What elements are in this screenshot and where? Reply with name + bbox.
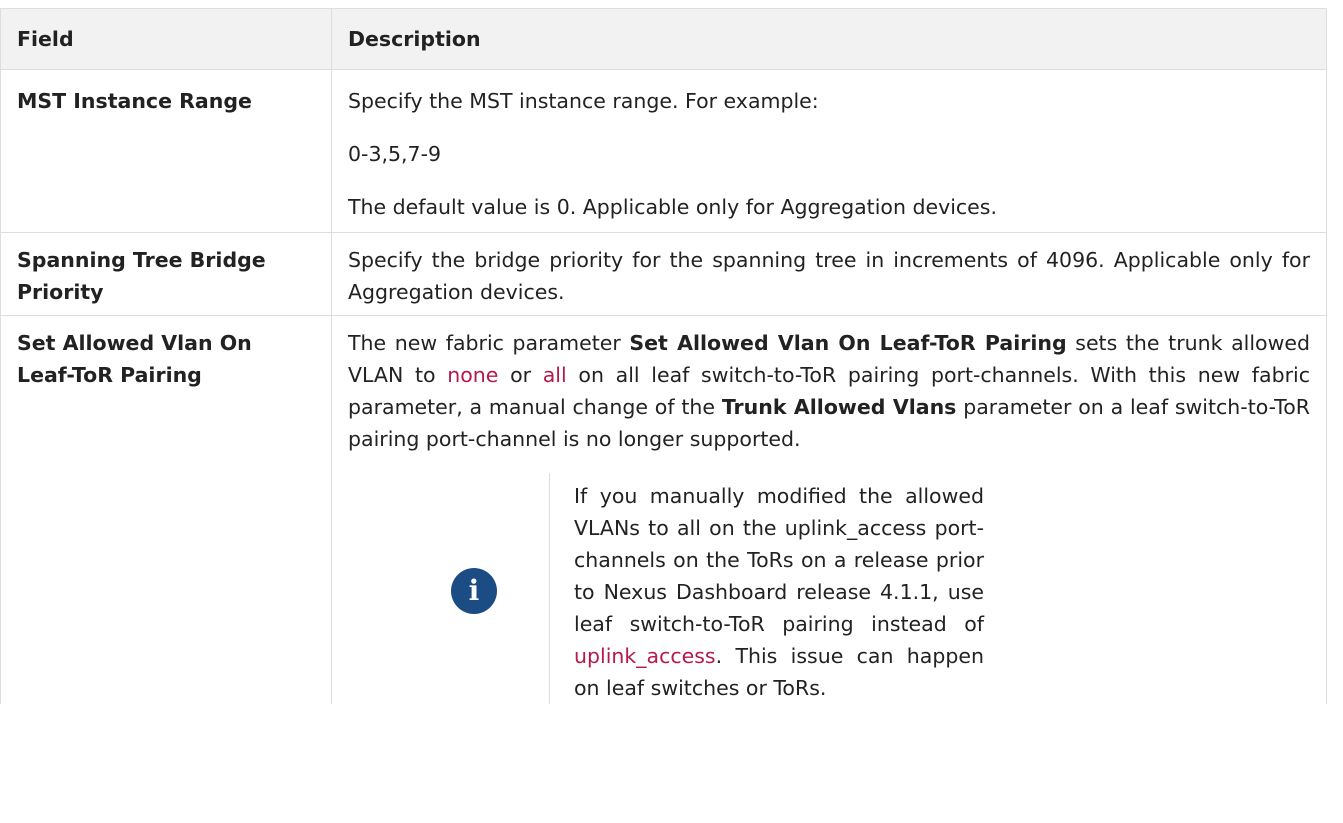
example-value: 0-3,5,7-9 <box>348 142 442 166</box>
fabric-parameters-table: Field Description MST Instance Range Spe… <box>0 8 1327 704</box>
table-header-row: Field Description <box>0 8 1327 70</box>
parameter-name: Set Allowed Vlan On Leaf-ToR Pairing <box>629 331 1067 355</box>
description-text: Specify the MST instance range. For exam… <box>348 89 819 113</box>
link-none[interactable]: none <box>447 363 498 387</box>
text-span: The new fabric parameter <box>348 331 630 355</box>
note-icon-column: i <box>348 473 550 704</box>
note-admonition: i If you manually modified the allowed V… <box>348 473 1310 704</box>
text-span: or <box>498 363 543 387</box>
link-all[interactable]: all <box>543 363 567 387</box>
description-cell: Specify the bridge priority for the span… <box>331 232 1327 316</box>
link-uplink-access[interactable]: uplink_access <box>574 644 716 668</box>
description-text: Specify the bridge priority for the span… <box>348 248 1310 304</box>
table-row: MST Instance Range Specify the MST insta… <box>0 69 1327 233</box>
table-row: Set Allowed Vlan On Leaf-ToR Pairing The… <box>0 315 1327 704</box>
note-text: If you manually modified the allowed VLA… <box>550 473 984 704</box>
parameter-name: Trunk Allowed Vlans <box>721 395 957 419</box>
header-field: Field <box>0 8 332 70</box>
description-paragraph: The new fabric parameter Set Allowed Vla… <box>348 327 1310 455</box>
field-set-allowed-vlan: Set Allowed Vlan On Leaf-ToR Pairing <box>0 315 332 704</box>
info-icon: i <box>451 568 497 614</box>
text-span: If you manually modified the allowed VLA… <box>574 484 984 636</box>
description-text: The default value is 0. Applicable only … <box>348 195 997 219</box>
header-description: Description <box>331 8 1327 70</box>
table-row: Spanning Tree Bridge Priority Specify th… <box>0 232 1327 316</box>
description-cell: Specify the MST instance range. For exam… <box>331 69 1327 233</box>
field-mst-instance-range: MST Instance Range <box>0 69 332 233</box>
field-spanning-tree-bridge-priority: Spanning Tree Bridge Priority <box>0 232 332 316</box>
description-cell: The new fabric parameter Set Allowed Vla… <box>331 315 1327 704</box>
